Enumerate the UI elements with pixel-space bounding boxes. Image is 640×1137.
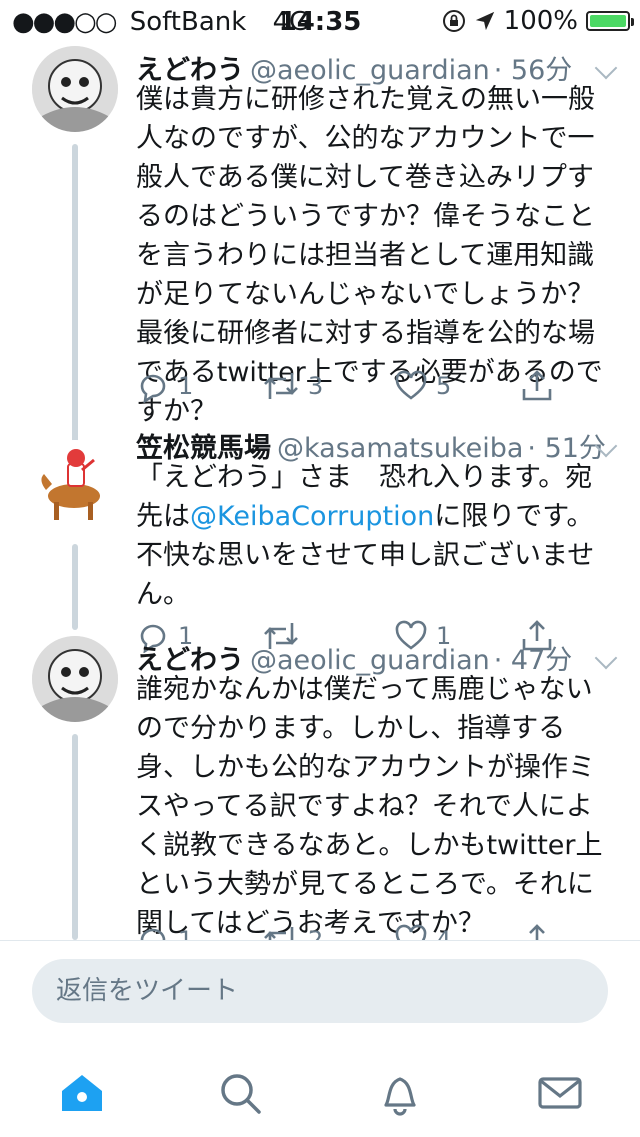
tweet[interactable]: えどわう @aeolic_guardian · 56分 僕は貴方に研修された覚えの無… [0, 40, 640, 444]
avatar[interactable] [32, 636, 118, 722]
reply-count: 1 [178, 926, 194, 940]
avatar[interactable] [32, 440, 118, 526]
search-icon [221, 1074, 261, 1114]
status-bar: ●●●○○ SoftBank 4G 14:35 100% [0, 0, 640, 40]
thread-line [72, 144, 78, 444]
tab-messages[interactable] [536, 1069, 584, 1117]
location-arrow-icon [475, 11, 494, 31]
retweet-icon [264, 927, 294, 940]
tweet-actions: 1 2 4 [136, 920, 596, 940]
tweet-text: 「えどわう」さま 恐れ入ります。宛先は@KeibaCorruptionに限りです… [136, 458, 616, 614]
home-icon [62, 1075, 102, 1111]
bottom-area: 返信をツイート [0, 940, 640, 1137]
avatar[interactable] [32, 46, 118, 132]
reply-count: 1 [178, 372, 194, 400]
share-icon [529, 924, 545, 940]
thread-line [72, 734, 78, 940]
tweet[interactable]: えどわう @aeolic_guardian · 47分 誰宛かなんかは僕だって馬鹿じ… [0, 630, 640, 940]
notifications-icon [384, 1077, 416, 1116]
heart-icon [395, 924, 427, 940]
rotation-lock-icon [442, 10, 465, 32]
retweet-icon [264, 373, 298, 399]
battery-percent: 100% [503, 6, 578, 36]
tweet-actions: 1 3 5 [136, 366, 596, 406]
share-button[interactable] [520, 920, 554, 940]
reply-icon [140, 374, 166, 403]
conversation-timeline[interactable]: えどわう @aeolic_guardian · 56分 僕は貴方に研修された覚えの無… [0, 40, 640, 940]
reply-button[interactable]: 1 [136, 920, 193, 940]
mention-link[interactable]: @KeibaCorruption [190, 501, 434, 532]
reply-button[interactable]: 1 [136, 366, 193, 406]
retweet-button[interactable]: 3 [262, 366, 323, 406]
tweet-text: 誰宛かなんかは僕だって馬鹿じゃないので分かります。しかし、指導する身、しかも公的… [136, 674, 603, 939]
thread-line [72, 544, 78, 630]
tweet[interactable]: 笠松競馬場 @kasamatsukeiba · 51分 「えどわう」さま 恐れ入りま… [0, 420, 640, 653]
tab-home[interactable] [58, 1069, 106, 1117]
share-icon [522, 370, 552, 401]
heart-icon [395, 370, 427, 400]
retweet-count: 2 [308, 926, 324, 940]
status-right: 100% [442, 6, 634, 36]
like-button[interactable]: 4 [394, 920, 451, 940]
share-button[interactable] [520, 366, 554, 406]
battery-icon [586, 11, 634, 31]
tab-search[interactable] [216, 1069, 264, 1117]
retweet-button[interactable]: 2 [262, 920, 323, 940]
messages-icon [538, 1077, 582, 1109]
retweet-count: 3 [308, 372, 324, 400]
tab-bar [0, 1049, 640, 1137]
like-count: 4 [436, 926, 452, 940]
like-button[interactable]: 5 [394, 366, 451, 406]
like-count: 5 [436, 372, 452, 400]
chevron-down-icon[interactable] [594, 56, 618, 80]
tab-notifications[interactable] [376, 1069, 424, 1117]
reply-input[interactable]: 返信をツイート [32, 959, 608, 1023]
chevron-down-icon[interactable] [594, 646, 618, 670]
reply-icon [140, 928, 166, 940]
